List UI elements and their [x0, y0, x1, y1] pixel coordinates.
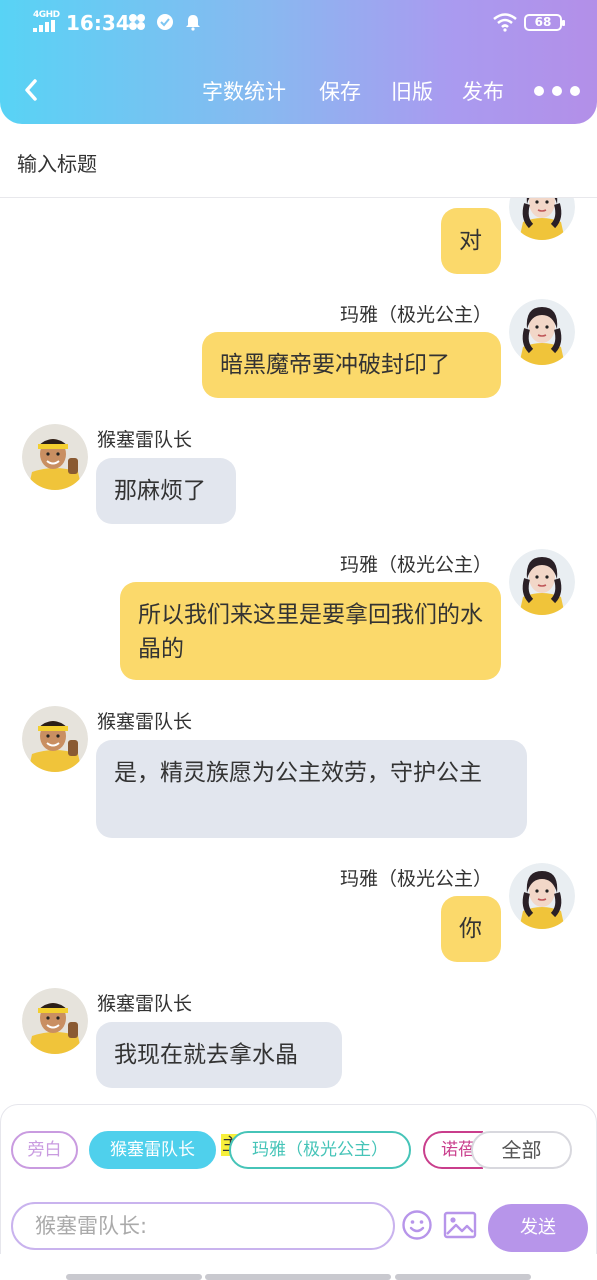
message-bubble[interactable]: 所以我们来这里是要拿回我们的水晶的 — [120, 582, 501, 680]
status-time: 16:34 — [66, 11, 130, 35]
message-bubble[interactable]: 是，精灵族愿为公主效劳，守护公主 — [96, 740, 527, 838]
message-text: 你 — [459, 916, 482, 942]
message-bubble[interactable]: 你 — [441, 896, 501, 962]
nav-bar: 字数统计 保存 旧版 发布 — [0, 62, 597, 118]
message-bubble[interactable]: 那麻烦了 — [96, 458, 236, 524]
maya-avatar[interactable] — [509, 549, 575, 615]
nav-gesture-bar — [66, 1274, 202, 1280]
speaker-name: 猴塞雷队长 — [97, 993, 193, 1015]
captain-avatar[interactable] — [22, 988, 88, 1054]
message-text: 所以我们来这里是要拿回我们的水晶的 — [138, 602, 483, 662]
old-version-button[interactable]: 旧版 — [391, 76, 433, 106]
wifi-icon — [492, 12, 518, 32]
speaker-name: 玛雅（极光公主） — [339, 868, 492, 890]
bell-icon — [184, 13, 202, 31]
role-chip-narrator[interactable]: 旁白 — [11, 1131, 78, 1169]
speaker-name: 玛雅（极光公主） — [339, 304, 492, 326]
message-text: 暗黑魔帝要冲破封印了 — [220, 352, 450, 378]
nav-gesture-bar — [395, 1274, 531, 1280]
message-bubble[interactable]: 对 — [441, 208, 501, 274]
maya-avatar[interactable] — [509, 863, 575, 929]
network-type: 4GHD — [33, 10, 60, 20]
message-text: 我现在就去拿水晶 — [114, 1042, 298, 1068]
message-text: 对 — [459, 228, 482, 254]
maya-avatar[interactable] — [509, 299, 575, 365]
chevron-left-icon[interactable] — [16, 72, 46, 108]
message-text: 那麻烦了 — [114, 478, 206, 504]
message-input[interactable]: 猴塞雷队长: — [11, 1202, 395, 1250]
composer-panel: 旁白 猴塞雷队长 主 玛雅（极光公主） 诺蓓 全部 猴塞雷队长: 发送 — [0, 1104, 597, 1254]
maya-avatar[interactable] — [509, 198, 575, 240]
message-text: 是，精灵族愿为公主效劳，守护公主 — [114, 760, 482, 786]
speaker-name: 猴塞雷队长 — [97, 711, 193, 733]
header: 4GHD 16:34 68 字数统计 保存 旧版 发布 — [0, 0, 597, 124]
nav-gesture-bar — [205, 1274, 391, 1280]
story-editor-screen: 4GHD 16:34 68 字数统计 保存 旧版 发布 输入标题 对 玛雅（极光… — [0, 0, 597, 1280]
word-count-button[interactable]: 字数统计 — [202, 76, 286, 106]
title-input[interactable]: 输入标题 — [17, 148, 97, 177]
speaker-name: 猴塞雷队长 — [97, 429, 193, 451]
image-icon[interactable] — [443, 1211, 477, 1239]
role-chip-maya[interactable]: 玛雅（极光公主） — [229, 1131, 411, 1169]
send-button[interactable]: 发送 — [488, 1204, 588, 1252]
title-row: 输入标题 — [0, 124, 597, 198]
publish-button[interactable]: 发布 — [462, 76, 504, 106]
signal-icon — [33, 20, 57, 32]
battery-icon: 68 — [524, 14, 565, 31]
pinwheel-icon — [128, 13, 146, 31]
role-chip-all[interactable]: 全部 — [471, 1131, 572, 1169]
message-bubble[interactable]: 暗黑魔帝要冲破封印了 — [202, 332, 501, 398]
role-chip-captain[interactable]: 猴塞雷队长 — [89, 1131, 216, 1169]
emoji-icon[interactable] — [401, 1209, 433, 1241]
status-bar: 4GHD 16:34 68 — [0, 0, 597, 46]
more-dots-icon[interactable] — [532, 86, 580, 98]
check-circle-icon — [156, 13, 174, 31]
message-bubble[interactable]: 我现在就去拿水晶 — [96, 1022, 342, 1088]
chat-area[interactable]: 对 玛雅（极光公主） 暗黑魔帝要冲破封印了 猴塞雷队长 那麻烦了 玛雅（极光公主… — [0, 198, 597, 1104]
captain-avatar[interactable] — [22, 424, 88, 490]
captain-avatar[interactable] — [22, 706, 88, 772]
save-button[interactable]: 保存 — [319, 76, 361, 106]
speaker-name: 玛雅（极光公主） — [339, 554, 492, 576]
